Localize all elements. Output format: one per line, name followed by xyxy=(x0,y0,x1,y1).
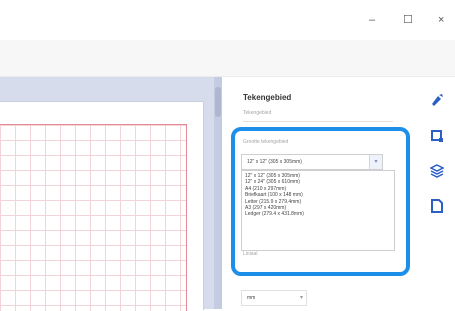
vertical-scrollbar[interactable] xyxy=(214,77,222,309)
section-label: Tekengebied xyxy=(243,110,272,116)
cutting-mat-grid xyxy=(0,124,187,311)
unit-select[interactable]: mm ▾ xyxy=(241,290,307,306)
close-button[interactable]: × xyxy=(438,14,444,26)
title-bar: – ☐ × xyxy=(0,0,455,40)
layers-icon[interactable] xyxy=(430,164,444,178)
divider xyxy=(243,121,393,122)
unit-value: mm xyxy=(247,295,256,301)
scrollbar-thumb[interactable] xyxy=(215,87,221,117)
maximize-button[interactable]: ☐ xyxy=(403,14,413,26)
minimize-button[interactable]: – xyxy=(369,14,375,26)
pen-icon[interactable] xyxy=(430,93,444,107)
toolbar xyxy=(0,40,455,77)
page-icon[interactable] xyxy=(430,199,444,213)
chevron-down-icon[interactable]: ▾ xyxy=(300,294,303,301)
canvas-area[interactable] xyxy=(0,77,214,311)
paper-sheet xyxy=(0,101,204,311)
right-icon-bar xyxy=(418,77,455,309)
crop-icon[interactable] xyxy=(430,129,444,143)
panel-title: Tekengebied xyxy=(243,93,292,102)
highlight-callout xyxy=(231,127,410,276)
